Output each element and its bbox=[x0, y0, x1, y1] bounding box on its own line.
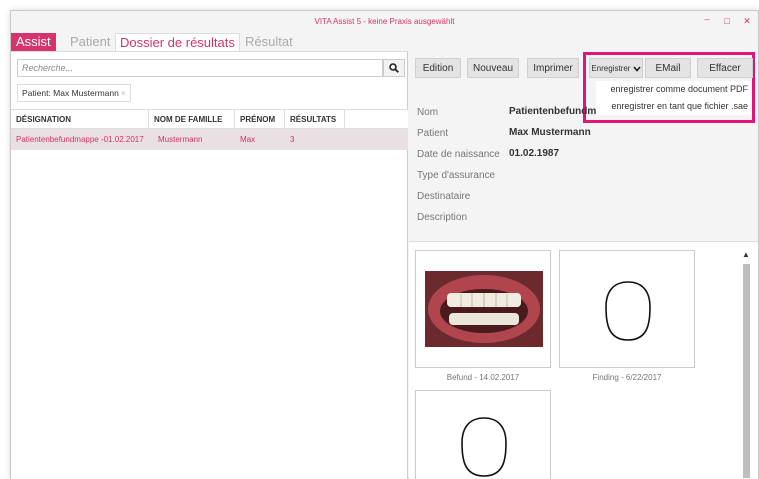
field-description: Description bbox=[417, 208, 747, 229]
close-button[interactable]: ✕ bbox=[741, 16, 753, 27]
menu-item-save-pdf[interactable]: enregistrer comme document PDF bbox=[596, 81, 752, 98]
field-nom: Nom Patientenbefundm bbox=[417, 103, 747, 124]
field-label: Patient bbox=[417, 128, 449, 139]
dossier-detail-panel: Edition Nouveau Imprimer Enregistrer EMa… bbox=[409, 51, 758, 479]
field-label: Type d'assurance bbox=[417, 170, 496, 181]
tab-assist[interactable]: Assist bbox=[11, 33, 56, 51]
cell-nom: Mustermann bbox=[158, 135, 203, 144]
tab-dossier-de-resultats[interactable]: Dossier de résultats bbox=[115, 33, 240, 51]
finding-thumbnail[interactable] bbox=[415, 390, 551, 479]
enregistrer-label: Enregistrer bbox=[591, 64, 631, 73]
cell-designation: Patientenbefundmappe -01.02.2017 bbox=[16, 135, 144, 144]
detail-fields: Nom Patientenbefundm Patient Max Musterm… bbox=[417, 103, 747, 229]
results-table: DÉSIGNATION NOM DE FAMILLE PRÉNOM RÉSULT… bbox=[11, 109, 408, 150]
table-row[interactable]: Patientenbefundmappe -01.02.2017 Musterm… bbox=[11, 129, 408, 150]
effacer-button[interactable]: Effacer bbox=[697, 58, 753, 78]
search-icon bbox=[389, 63, 399, 73]
field-type-assurance: Type d'assurance bbox=[417, 166, 747, 187]
finding-thumbnail[interactable] bbox=[415, 250, 551, 368]
chip-remove-icon[interactable]: × bbox=[121, 88, 126, 98]
field-label: Nom bbox=[417, 107, 439, 118]
finding-thumbnail[interactable] bbox=[559, 250, 695, 368]
column-header-resultats[interactable]: RÉSULTATS bbox=[285, 110, 345, 129]
field-label: Destinataire bbox=[417, 191, 471, 202]
table-header: DÉSIGNATION NOM DE FAMILLE PRÉNOM RÉSULT… bbox=[11, 109, 408, 129]
window-title: VITA Assist 5 - keine Praxis ausgewählt bbox=[314, 17, 455, 26]
scroll-up-icon[interactable]: ▲ bbox=[741, 250, 751, 260]
tooth-outline-image bbox=[461, 417, 507, 477]
cell-prenom: Max bbox=[240, 135, 256, 144]
search-input[interactable]: Recherche... bbox=[17, 59, 383, 77]
field-value: Patientenbefundm bbox=[509, 106, 597, 117]
field-date-de-naissance: Date de naissance 01.02.1987 bbox=[417, 145, 747, 166]
imprimer-button[interactable]: Imprimer bbox=[527, 58, 579, 78]
column-header-designation[interactable]: DÉSIGNATION bbox=[11, 110, 149, 129]
app-window: VITA Assist 5 - keine Praxis ausgewählt … bbox=[10, 10, 759, 479]
search-button[interactable] bbox=[383, 59, 405, 77]
enregistrer-dropdown[interactable]: Enregistrer bbox=[589, 58, 643, 78]
main-tabs: Assist Patient Dossier de résultats Résu… bbox=[11, 33, 758, 51]
dental-photo-image bbox=[425, 271, 543, 347]
finding-caption: Finding - 6/22/2017 bbox=[592, 373, 662, 382]
findings-gallery: Befund - 14.02.2017 Finding - 6/22/2017 … bbox=[409, 241, 758, 479]
scrollbar-thumb[interactable] bbox=[743, 264, 750, 478]
field-value: Max Mustermann bbox=[509, 127, 591, 138]
tab-resultat[interactable]: Résultat bbox=[241, 33, 297, 51]
patient-filter-chip[interactable]: Patient: Max Mustermann × bbox=[17, 84, 131, 102]
minimize-button[interactable]: – bbox=[701, 14, 713, 24]
field-destinataire: Destinataire bbox=[417, 187, 747, 208]
tooth-outline-image bbox=[605, 281, 651, 341]
chevron-down-icon bbox=[633, 66, 641, 72]
tab-patient[interactable]: Patient bbox=[66, 33, 114, 51]
title-bar: VITA Assist 5 - keine Praxis ausgewählt … bbox=[11, 11, 758, 33]
filter-chip-label: Patient: Max Mustermann bbox=[22, 88, 119, 98]
edition-button[interactable]: Edition bbox=[415, 58, 461, 78]
field-label: Date de naissance bbox=[417, 149, 500, 160]
email-button[interactable]: EMail bbox=[645, 58, 691, 78]
gallery-scrollbar[interactable]: ▲ bbox=[741, 250, 751, 478]
finding-caption: Befund - 14.02.2017 bbox=[446, 373, 520, 382]
results-list-panel: Recherche... Patient: Max Mustermann × DÉ… bbox=[11, 51, 408, 479]
column-header-prenom[interactable]: PRÉNOM bbox=[235, 110, 285, 129]
field-value: 01.02.1987 bbox=[509, 148, 560, 159]
field-patient: Patient Max Mustermann bbox=[417, 124, 747, 145]
maximize-button[interactable]: □ bbox=[721, 16, 733, 26]
nouveau-button[interactable]: Nouveau bbox=[467, 58, 519, 78]
cell-resultats: 3 bbox=[290, 135, 295, 144]
field-label: Description bbox=[417, 212, 468, 223]
column-header-nom-de-famille[interactable]: NOM DE FAMILLE bbox=[149, 110, 235, 129]
